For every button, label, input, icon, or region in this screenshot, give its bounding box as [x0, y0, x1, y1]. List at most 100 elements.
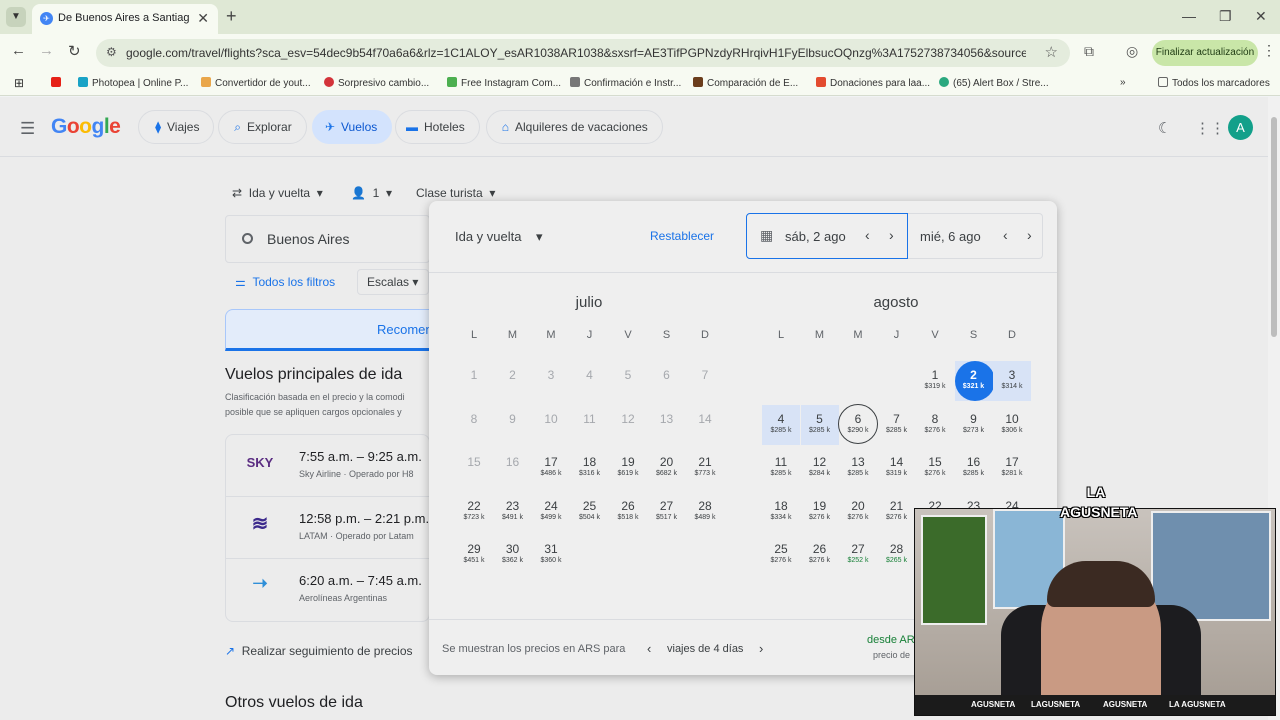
browser-tab[interactable]: ✈ De Buenos Aires a Santiago de ✕	[32, 4, 218, 34]
dark-mode-icon[interactable]: ☾	[1158, 119, 1171, 137]
bookmark-item[interactable]: Confirmación e Instr...	[570, 77, 681, 89]
calendar-day[interactable]: 24 $499 k	[532, 492, 570, 532]
scroll-thumb[interactable]	[1271, 117, 1277, 337]
departure-next-icon[interactable]: ›	[889, 227, 894, 243]
bookmark-item[interactable]: (65) Alert Box / Stre...	[939, 77, 1049, 89]
calendar-day[interactable]: 17 $281 k	[993, 448, 1031, 488]
calendar-day[interactable]: 11 $285 k	[762, 448, 800, 488]
return-date-field[interactable]: mié, 6 ago ‹ ›	[908, 213, 1043, 259]
close-window-button[interactable]: ✕	[1255, 8, 1267, 25]
calendar-day[interactable]: 7 $285 k	[878, 405, 916, 445]
nav-chip-alquileres[interactable]: ⌂ Alquileres de vacaciones	[486, 110, 663, 144]
bookmark-item[interactable]: Comparación de E...	[693, 77, 798, 89]
departure-date-field[interactable]: ▦ sáb, 2 ago ‹ ›	[746, 213, 908, 259]
calendar-day[interactable]: 25 $276 k	[762, 535, 800, 575]
calendar-day[interactable]: 14 $319 k	[878, 448, 916, 488]
calendar-day[interactable]: 18 $316 k	[571, 448, 609, 488]
calendar-day[interactable]: 15 $276 k	[916, 448, 954, 488]
update-button[interactable]: Finalizar actualización	[1152, 40, 1258, 66]
calendar-day[interactable]: 9 $273 k	[955, 405, 993, 445]
extensions-icon[interactable]: ⧉	[1084, 43, 1094, 60]
reload-button[interactable]: ↻	[68, 42, 81, 60]
calendar-day[interactable]: 26 $518 k	[609, 492, 647, 532]
youtube-bookmark-icon[interactable]	[51, 77, 65, 89]
calendar-day[interactable]: 19 $619 k	[609, 448, 647, 488]
calendar-day[interactable]: 20 $682 k	[648, 448, 686, 488]
address-bar[interactable]: ⚙ google.com/travel/flights?sca_esv=54de…	[96, 39, 1070, 67]
tab-close-icon[interactable]: ✕	[197, 10, 209, 27]
calendar-day[interactable]: 17 $486 k	[532, 448, 570, 488]
more-bookmarks-icon[interactable]: »	[1120, 77, 1126, 88]
calendar-day[interactable]: 23 $491 k	[494, 492, 532, 532]
calendar-day[interactable]: 13 $285 k	[839, 448, 877, 488]
duration-next-icon[interactable]: ›	[759, 641, 763, 656]
back-button[interactable]: ←	[11, 42, 26, 59]
recommended-tab[interactable]: Recomen	[225, 309, 430, 351]
calendar-day[interactable]: 16 $285 k	[955, 448, 993, 488]
calendar-day[interactable]: 20 $276 k	[839, 492, 877, 532]
return-next-icon[interactable]: ›	[1027, 227, 1032, 243]
calendar-day[interactable]: 22 $723 k	[455, 492, 493, 532]
calendar-day[interactable]: 5 $285 k	[800, 404, 839, 445]
all-bookmarks-folder[interactable]: Todos los marcadores	[1158, 77, 1270, 89]
bookmark-item[interactable]: Convertidor de yout...	[201, 77, 311, 89]
calendar-day[interactable]: 3 $314 k	[993, 361, 1031, 401]
nav-chip-explorar[interactable]: ⌕ Explorar	[218, 110, 307, 144]
all-filters-button[interactable]: ⚌ Todos los filtros	[235, 275, 335, 289]
reset-button[interactable]: Restablecer	[650, 229, 714, 243]
restore-button[interactable]: ❐	[1219, 8, 1232, 25]
calendar-day[interactable]: 26 $276 k	[801, 535, 839, 575]
minimize-button[interactable]: —	[1182, 8, 1196, 24]
flight-row[interactable]: ≋ 12:58 p.m. – 2:21 p.m. LATAM · Operado…	[226, 497, 429, 559]
bookmark-item[interactable]: Donaciones para laa...	[816, 77, 930, 89]
trip-type-select[interactable]: ⇄ Ida y vuelta ▾	[232, 186, 323, 200]
calendar-day[interactable]: 25 $504 k	[571, 492, 609, 532]
calendar-day[interactable]: 27 $252 k	[839, 535, 877, 575]
site-info-icon[interactable]: ⚙	[106, 45, 117, 59]
passengers-select[interactable]: 👤 1 ▾	[351, 186, 392, 200]
flight-row[interactable]: SKY 7:55 a.m. – 9:25 a.m. Sky Airline · …	[226, 435, 429, 497]
calendar-day[interactable]: 21 $276 k	[878, 492, 916, 532]
calendar-day[interactable]: 21 $773 k	[686, 448, 724, 488]
bookmark-item[interactable]: Free Instagram Com...	[447, 77, 561, 89]
origin-input[interactable]: Buenos Aires	[225, 215, 430, 263]
nav-chip-viajes[interactable]: ⧫ Viajes	[138, 110, 215, 144]
calendar-day[interactable]: 12 $284 k	[801, 448, 839, 488]
calendar-day[interactable]: 28 $265 k	[878, 535, 916, 575]
new-tab-button[interactable]: +	[226, 6, 237, 27]
chrome-menu-icon[interactable]: ⋮	[1262, 42, 1276, 59]
calendar-day[interactable]: 2 $321 k	[954, 361, 995, 401]
calendar-day[interactable]: 8 $276 k	[916, 405, 954, 445]
bookmark-star-icon[interactable]: ☆	[1045, 43, 1058, 61]
calendar-day[interactable]: 30 $362 k	[494, 535, 532, 575]
profile-icon[interactable]: ◎	[1126, 43, 1138, 60]
calendar-day[interactable]: 6 $290 k	[838, 403, 878, 445]
calendar-day[interactable]: 1 $319 k	[916, 361, 954, 401]
calendar-day[interactable]: 10 $306 k	[993, 405, 1031, 445]
account-avatar[interactable]: A	[1228, 115, 1253, 140]
calendar-day[interactable]: 31 $360 k	[532, 535, 570, 575]
calendar-trip-type-select[interactable]: Ida y vuelta ▾	[455, 229, 542, 245]
forward-button[interactable]: →	[39, 42, 54, 59]
calendar-day[interactable]: 18 $334 k	[762, 492, 800, 532]
departure-prev-icon[interactable]: ‹	[865, 227, 870, 243]
main-menu-icon[interactable]: ☰	[20, 119, 35, 139]
calendar-day[interactable]: 29 $451 k	[455, 535, 493, 575]
stops-filter[interactable]: Escalas ▾	[357, 269, 429, 295]
calendar-day[interactable]: 4 $285 k	[762, 404, 800, 445]
duration-prev-icon[interactable]: ‹	[647, 641, 651, 656]
google-apps-icon[interactable]: ⋮⋮	[1195, 119, 1225, 137]
calendar-day[interactable]: 19 $276 k	[801, 492, 839, 532]
tab-search-button[interactable]: ▼	[6, 7, 26, 27]
bookmark-item[interactable]: Photopea | Online P...	[78, 77, 188, 89]
calendar-day[interactable]: 28 $489 k	[686, 492, 724, 532]
nav-chip-hoteles[interactable]: ▬ Hoteles	[395, 110, 480, 144]
cabin-class-select[interactable]: Clase turista ▾	[416, 186, 495, 200]
google-logo[interactable]: Google	[51, 115, 121, 139]
nav-chip-vuelos[interactable]: ✈ Vuelos	[312, 110, 393, 144]
return-prev-icon[interactable]: ‹	[1003, 227, 1008, 243]
bookmark-item[interactable]: Sorpresivo cambio...	[324, 77, 429, 89]
flight-row[interactable]: ➝ 6:20 a.m. – 7:45 a.m. Aerolíneas Argen…	[226, 559, 429, 621]
track-prices-toggle[interactable]: ↗ Realizar seguimiento de precios	[225, 644, 413, 658]
apps-grid-icon[interactable]: ⊞	[14, 76, 24, 90]
